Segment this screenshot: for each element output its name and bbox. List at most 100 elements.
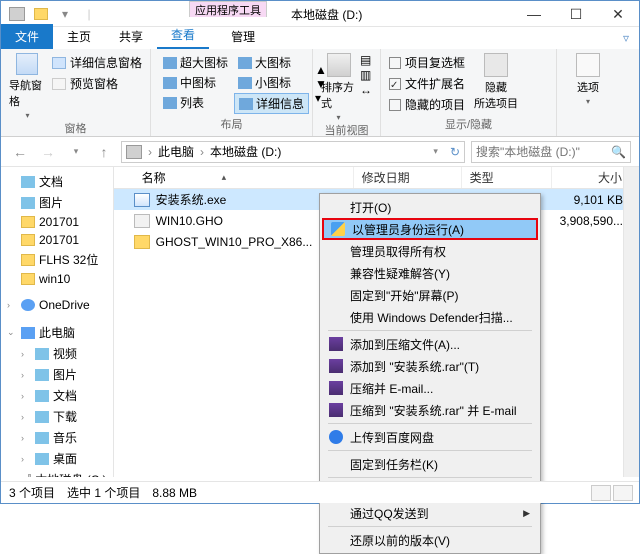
tree-win10[interactable]: win10 <box>1 270 113 288</box>
menu-add-rar[interactable]: 添加到 "安装系统.rar"(T) <box>322 355 538 377</box>
menu-pin-tb[interactable]: 固定到任务栏(K) <box>322 453 538 475</box>
menu-open[interactable]: 打开(O) <box>322 196 538 218</box>
search-input[interactable] <box>476 145 611 159</box>
layout-list[interactable]: 列表 <box>159 93 232 112</box>
col-name[interactable]: 名称▴ <box>134 167 354 188</box>
drive-icon <box>7 4 27 24</box>
rar-icon <box>328 336 344 352</box>
tree-pics[interactable]: 图片 <box>1 192 113 213</box>
back-button[interactable]: ← <box>9 141 31 163</box>
group-by-btn[interactable]: ▤ <box>360 53 372 67</box>
rar-icon <box>328 358 344 374</box>
tree-music[interactable]: ›音乐 <box>1 427 113 448</box>
menu-separator <box>328 423 532 424</box>
tab-manage[interactable]: 管理 <box>217 24 269 49</box>
ribbon: 导航窗格 ▾ 详细信息窗格 预览窗格 窗格 超大图标 中图标 列表 大图标 小图… <box>1 49 639 137</box>
tree-flhs[interactable]: FLHS 32位 <box>1 249 113 270</box>
hide-selected-button[interactable]: 隐藏 所选项目 <box>473 53 519 114</box>
address-drive-icon <box>126 145 142 159</box>
add-cols-btn[interactable]: ▥ <box>360 68 372 82</box>
menu-email[interactable]: 压缩并 E-mail... <box>322 377 538 399</box>
menu-separator <box>328 450 532 451</box>
tree-desktop[interactable]: ›桌面 <box>1 448 113 469</box>
search-icon[interactable]: 🔍 <box>611 145 626 159</box>
menu-defender[interactable]: 使用 Windows Defender扫描... <box>322 306 538 328</box>
submenu-arrow-icon: ▶ <box>523 508 530 519</box>
qat-folder-icon[interactable] <box>31 4 51 24</box>
layout-xlarge[interactable]: 超大图标 <box>159 53 232 72</box>
menu-run-as-admin[interactable]: 以管理员身份运行(A) <box>322 218 538 240</box>
view-details-button[interactable] <box>591 485 611 501</box>
nav-pane-button[interactable]: 导航窗格 ▾ <box>9 53 46 120</box>
tree-downloads[interactable]: ›下载 <box>1 406 113 427</box>
refresh-button[interactable]: ↻ <box>450 145 460 159</box>
hidden-items-toggle[interactable]: 隐藏的项目 <box>389 95 465 114</box>
menu-add-archive[interactable]: 添加到压缩文件(A)... <box>322 333 538 355</box>
qat-dropdown[interactable]: ▾ <box>55 4 75 24</box>
menu-separator <box>328 526 532 527</box>
preview-pane-toggle[interactable]: 预览窗格 <box>52 74 142 93</box>
tree-thispc[interactable]: ⌄此电脑 <box>1 322 113 343</box>
layout-large[interactable]: 大图标 <box>234 53 309 72</box>
sort-button[interactable]: 排序方式 ▾ <box>321 53 356 122</box>
shield-icon <box>330 221 346 237</box>
menu-admin-owner[interactable]: 管理员取得所有权 <box>322 240 538 262</box>
file-icon <box>134 214 150 228</box>
tree-docs[interactable]: 文档 <box>1 171 113 192</box>
tree-201701b[interactable]: 201701 <box>1 231 113 249</box>
folder-icon <box>134 235 150 249</box>
menu-email-rar[interactable]: 压缩到 "安装系统.rar" 并 E-mail <box>322 399 538 421</box>
tab-home[interactable]: 主页 <box>53 24 105 49</box>
nav-tree[interactable]: 文档 图片 201701 201701 FLHS 32位 win10 ›OneD… <box>1 167 114 477</box>
scrollbar[interactable] <box>623 167 639 477</box>
options-button[interactable]: 选项 ▾ <box>565 53 611 106</box>
recent-dropdown[interactable]: ▾ <box>65 141 87 163</box>
detail-pane-toggle[interactable]: 详细信息窗格 <box>52 53 142 72</box>
tree-201701a[interactable]: 201701 <box>1 213 113 231</box>
tree-onedrive[interactable]: ›OneDrive <box>1 296 113 314</box>
status-items: 3 个项目 <box>9 484 55 501</box>
col-date[interactable]: 修改日期 <box>354 167 462 188</box>
forward-button[interactable]: → <box>37 141 59 163</box>
crumb-this-pc[interactable]: 此电脑 <box>158 143 194 160</box>
tree-tdocs[interactable]: ›文档 <box>1 385 113 406</box>
layout-small[interactable]: 小图标 <box>234 73 309 92</box>
crumb-drive[interactable]: 本地磁盘 (D:) <box>210 143 281 160</box>
address-box[interactable]: › 此电脑 › 本地磁盘 (D:) ▾ ↻ <box>121 141 465 163</box>
up-button[interactable]: ↑ <box>93 141 115 163</box>
ribbon-collapse[interactable]: ▿ <box>623 31 629 45</box>
view-thumbs-button[interactable] <box>613 485 633 501</box>
menu-qq[interactable]: 通过QQ发送到▶ <box>322 502 538 524</box>
status-selected: 选中 1 个项目 <box>67 484 140 501</box>
item-checkboxes-toggle[interactable]: 项目复选框 <box>389 53 465 72</box>
tree-cdisk[interactable]: ›本地磁盘 (C:) <box>1 469 113 477</box>
tab-view[interactable]: 查看 <box>157 22 209 49</box>
context-tab-label: 应用程序工具 <box>189 1 267 17</box>
ribbon-tabs: 文件 主页 共享 查看 管理 ▿ <box>1 27 639 49</box>
menu-baidu[interactable]: 上传到百度网盘 <box>322 426 538 448</box>
menu-separator <box>328 477 532 478</box>
group-layout-label: 布局 <box>159 116 304 132</box>
menu-compat[interactable]: 兼容性疑难解答(Y) <box>322 262 538 284</box>
maximize-button[interactable]: ☐ <box>555 1 597 27</box>
tab-file[interactable]: 文件 <box>1 24 53 49</box>
layout-medium[interactable]: 中图标 <box>159 73 232 92</box>
status-bar: 3 个项目 选中 1 个项目 8.88 MB <box>1 481 639 503</box>
tree-tpics[interactable]: ›图片 <box>1 364 113 385</box>
search-box[interactable]: 🔍 <box>471 141 631 163</box>
col-type[interactable]: 类型 <box>462 167 552 188</box>
layout-details[interactable]: 详细信息 <box>234 93 309 114</box>
rar-icon <box>328 380 344 396</box>
tab-share[interactable]: 共享 <box>105 24 157 49</box>
baidu-icon <box>328 429 344 445</box>
menu-pin-start[interactable]: 固定到"开始"屏幕(P) <box>322 284 538 306</box>
menu-separator <box>328 330 532 331</box>
tree-video[interactable]: ›视频 <box>1 343 113 364</box>
status-size: 8.88 MB <box>152 486 197 500</box>
file-ext-toggle[interactable]: 文件扩展名 <box>389 74 465 93</box>
address-dropdown[interactable]: ▾ <box>433 146 438 157</box>
close-button[interactable]: ✕ <box>597 1 639 27</box>
minimize-button[interactable]: — <box>513 1 555 27</box>
fit-cols-btn[interactable]: ↔ <box>360 83 372 97</box>
menu-restore[interactable]: 还原以前的版本(V) <box>322 529 538 551</box>
